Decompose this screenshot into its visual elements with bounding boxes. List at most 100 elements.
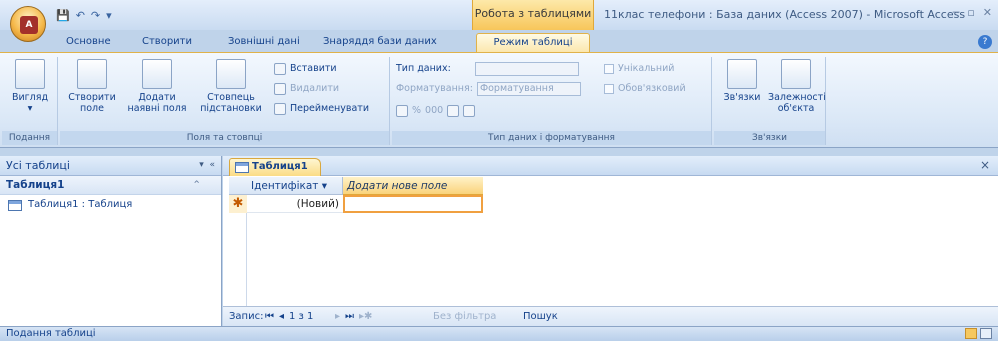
- rename-label: Перейменувати: [290, 103, 370, 114]
- new-field-label: Створити поле: [68, 92, 116, 114]
- window-controls: ─ ▫ ✕: [953, 6, 992, 19]
- customize-qat-icon[interactable]: ▾: [106, 9, 112, 22]
- tab-create[interactable]: Створити: [134, 33, 200, 52]
- relationships-label: Зв'язки: [723, 92, 761, 103]
- insert-button[interactable]: Вставити: [274, 61, 337, 77]
- delete-column-icon: [274, 83, 286, 95]
- new-field-icon: [77, 59, 107, 89]
- thousands-icon[interactable]: 000: [425, 103, 443, 119]
- document-tab-bar: Таблиця1 ×: [223, 156, 998, 176]
- collapse-pane-icon[interactable]: «: [209, 160, 215, 170]
- object-dependencies-icon: [781, 59, 811, 89]
- minimize-icon[interactable]: ─: [953, 6, 960, 19]
- required-checkbox[interactable]: Обов'язковий: [604, 81, 686, 97]
- nav-item-table1[interactable]: Таблиця1 : Таблиця: [0, 195, 221, 215]
- object-dependencies-label: Залежності об'єкта: [768, 92, 826, 114]
- format-combo[interactable]: Форматування: [476, 82, 581, 96]
- first-record-icon[interactable]: ⏮: [265, 307, 274, 326]
- datatype-combo[interactable]: [474, 62, 579, 76]
- ribbon-tabs: Основне Створити Зовнішні дані Знаряддя …: [0, 30, 998, 52]
- collapse-group-icon[interactable]: ⌃: [192, 176, 201, 194]
- document-area: Таблиця1 × ✱ Ідентифікат ▾ Додати нове п…: [223, 156, 998, 326]
- office-button[interactable]: A: [10, 6, 46, 42]
- insert-label: Вставити: [290, 63, 337, 74]
- quick-access-toolbar: 💾 ↶ ↷ ▾: [56, 7, 112, 23]
- view-icon: [15, 59, 45, 89]
- navigation-pane: Усі таблиці ▾ « Таблиця1 ⌃ Таблиця1 : Та…: [0, 156, 222, 326]
- nav-header[interactable]: Усі таблиці ▾ «: [0, 156, 221, 176]
- unique-label: Унікальний: [618, 63, 675, 74]
- unique-checkbox[interactable]: Унікальний: [604, 61, 674, 77]
- datasheet-view-icon[interactable]: [965, 328, 977, 339]
- document-tab-table1[interactable]: Таблиця1: [229, 158, 321, 176]
- group-relationships-label: Зв'язки: [714, 131, 825, 145]
- title-bar: 💾 ↶ ↷ ▾ Робота з таблицями 11клас телефо…: [0, 0, 998, 30]
- window-title: 11клас телефони : База даних (Access 200…: [604, 8, 966, 21]
- undo-icon[interactable]: ↶: [76, 9, 85, 22]
- currency-icon[interactable]: [396, 105, 408, 117]
- relationships-icon: [727, 59, 757, 89]
- tab-datasheet[interactable]: Режим таблиці: [476, 33, 590, 52]
- chevron-down-icon[interactable]: ▾: [199, 160, 204, 170]
- column-header-id[interactable]: Ідентифікат ▾: [247, 177, 343, 195]
- column-header-add-field[interactable]: Додати нове поле: [343, 177, 483, 195]
- ribbon: Вигляд ▾ Подання Створити поле Додати на…: [0, 52, 998, 148]
- table-icon: [235, 162, 249, 173]
- add-existing-fields-icon: [142, 59, 172, 89]
- lookup-column-button[interactable]: Стовпець підстановки: [196, 59, 266, 114]
- tab-database-tools[interactable]: Знаряддя бази даних: [315, 33, 445, 52]
- access-logo-icon: A: [20, 16, 38, 34]
- close-icon[interactable]: ×: [980, 158, 990, 172]
- table-icon: [8, 199, 22, 211]
- required-label: Обов'язковий: [618, 83, 686, 94]
- record-position[interactable]: 1 з 1: [289, 307, 313, 326]
- new-record-marker[interactable]: ✱: [229, 195, 247, 213]
- close-icon[interactable]: ✕: [983, 6, 992, 19]
- design-view-icon[interactable]: [980, 328, 992, 339]
- cell-add-field-new[interactable]: [343, 195, 483, 213]
- cell-id-new[interactable]: (Новий): [247, 195, 343, 213]
- record-selector-column: ✱: [229, 177, 247, 324]
- next-record-icon[interactable]: ▸: [335, 307, 340, 326]
- object-dependencies-button[interactable]: Залежності об'єкта: [768, 59, 826, 114]
- group-views-label: Подання: [2, 131, 57, 145]
- save-icon[interactable]: 💾: [56, 9, 70, 22]
- tab-home[interactable]: Основне: [58, 33, 119, 52]
- group-relationships: Зв'язки Залежності об'єкта Зв'язки: [714, 57, 826, 145]
- new-record-nav-icon[interactable]: ▸✱: [359, 307, 372, 326]
- add-existing-fields-label: Додати наявні поля: [127, 92, 187, 114]
- add-existing-fields-button[interactable]: Додати наявні поля: [122, 59, 192, 114]
- insert-column-icon: [274, 63, 286, 75]
- decrease-decimals-icon[interactable]: [463, 105, 476, 117]
- nav-item-label: Таблиця1 : Таблиця: [28, 199, 133, 210]
- percent-icon[interactable]: %: [412, 103, 421, 119]
- filter-status[interactable]: Без фільтра: [433, 307, 496, 326]
- maximize-icon[interactable]: ▫: [967, 6, 974, 19]
- view-button-label: Вигляд: [11, 92, 49, 103]
- search-box[interactable]: Пошук: [523, 307, 558, 326]
- nav-group-label: Таблиця1: [6, 179, 65, 191]
- status-bar: Подання таблиці: [0, 326, 998, 341]
- previous-record-icon[interactable]: ◂: [279, 307, 284, 326]
- select-all-corner[interactable]: [229, 177, 247, 195]
- group-fields-columns: Створити поле Додати наявні поля Стовпец…: [60, 57, 390, 145]
- redo-icon[interactable]: ↷: [91, 9, 100, 22]
- rename-button[interactable]: Перейменувати: [274, 101, 369, 117]
- view-button[interactable]: Вигляд ▾: [6, 59, 54, 114]
- help-icon[interactable]: ?: [978, 35, 992, 49]
- delete-button[interactable]: Видалити: [274, 81, 339, 97]
- document-tab-label: Таблиця1: [252, 161, 308, 172]
- relationships-button[interactable]: Зв'язки: [718, 59, 766, 103]
- format-row: Форматування: Форматування: [396, 81, 581, 97]
- number-format-buttons: % 000: [396, 103, 476, 119]
- rename-column-icon: [274, 103, 286, 115]
- tab-external-data[interactable]: Зовнішні дані: [220, 33, 308, 52]
- nav-group-table1[interactable]: Таблиця1 ⌃: [0, 176, 221, 195]
- record-navigation-bar: Запис: ⏮ ◂ 1 з 1 ▸ ⏭ ▸✱ Без фільтра Пошу…: [223, 306, 998, 326]
- unique-check-icon: [604, 64, 614, 74]
- view-switcher: [965, 328, 992, 339]
- new-field-button[interactable]: Створити поле: [66, 59, 118, 114]
- increase-decimals-icon[interactable]: [447, 105, 460, 117]
- last-record-icon[interactable]: ⏭: [345, 307, 354, 326]
- required-check-icon: [604, 84, 614, 94]
